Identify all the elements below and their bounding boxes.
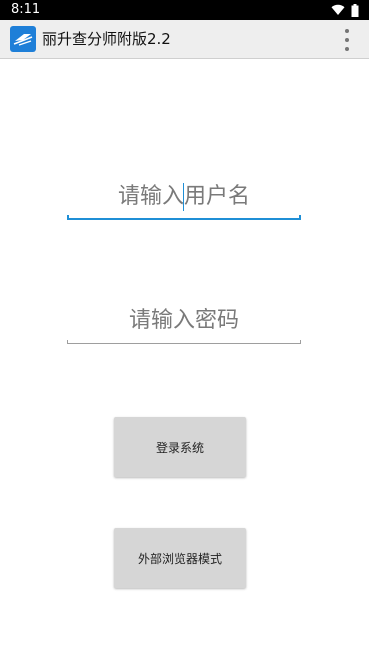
password-input[interactable] bbox=[67, 300, 301, 340]
username-input[interactable] bbox=[67, 176, 301, 216]
wifi-icon bbox=[331, 4, 345, 16]
status-time: 8:11 bbox=[11, 2, 41, 17]
login-button[interactable]: 登录系统 bbox=[114, 417, 246, 477]
text-cursor bbox=[183, 183, 184, 211]
username-underline bbox=[67, 215, 301, 220]
status-icons bbox=[331, 3, 359, 17]
browser-mode-button[interactable]: 外部浏览器模式 bbox=[114, 528, 246, 588]
app-bar: 丽升查分师附版2.2 bbox=[0, 20, 369, 59]
battery-icon bbox=[351, 3, 359, 17]
more-vert-icon[interactable] bbox=[339, 29, 355, 51]
app-logo-icon bbox=[10, 26, 36, 52]
app-title: 丽升查分师附版2.2 bbox=[42, 30, 171, 48]
password-underline bbox=[67, 340, 301, 344]
status-bar: 8:11 bbox=[0, 0, 369, 20]
